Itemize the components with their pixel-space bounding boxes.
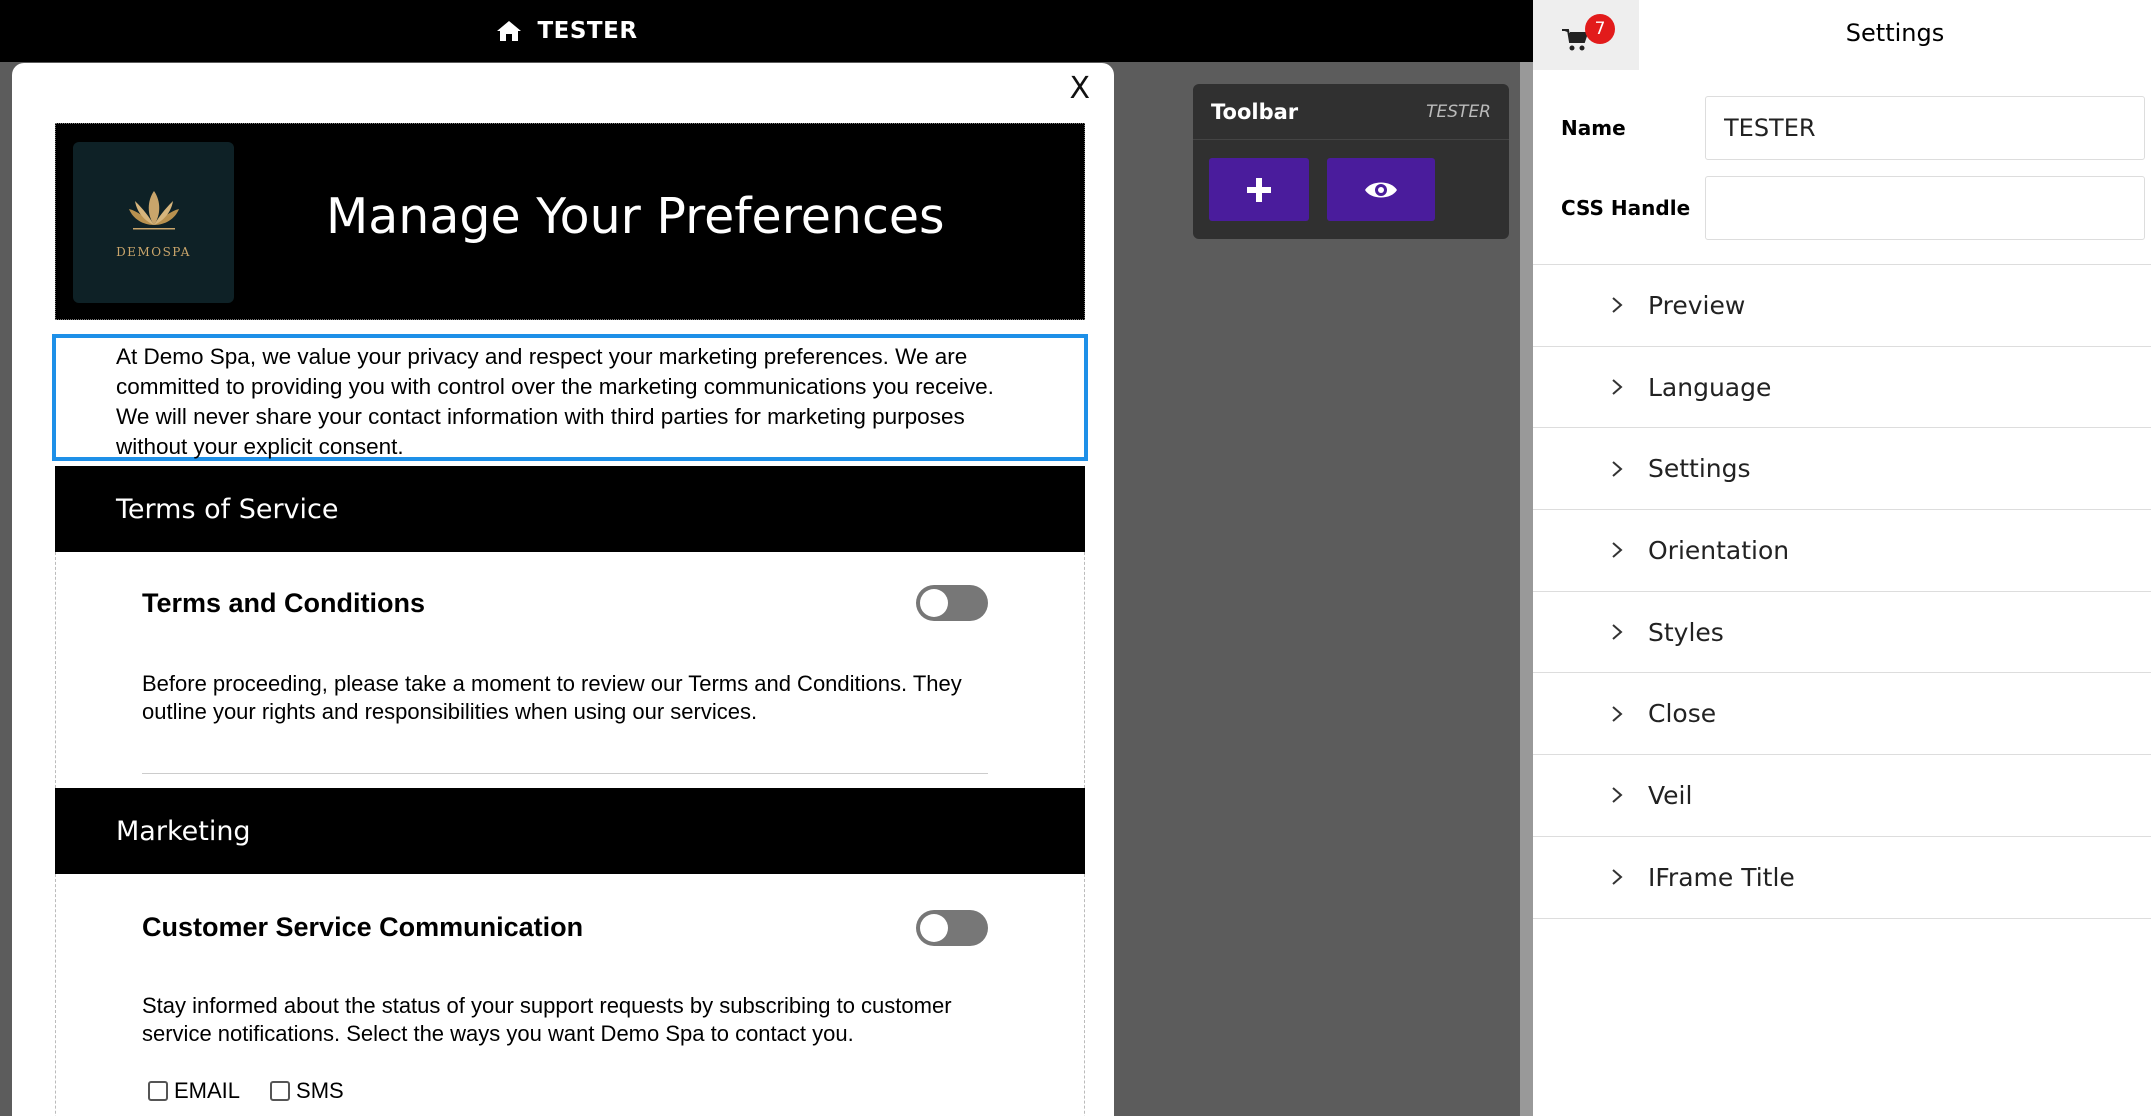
home-link[interactable]: TESTER: [495, 18, 637, 44]
panel-header: 7 Settings: [1533, 0, 2151, 70]
settings-accordion: Preview Language Settings Orientation St…: [1533, 264, 2151, 919]
customer-service-toggle[interactable]: [916, 910, 988, 946]
contact-options: EMAIL SMS: [148, 1078, 374, 1104]
sms-label: SMS: [296, 1078, 344, 1103]
panel-title: Settings: [1845, 19, 1945, 47]
chevron-right-icon: [1612, 460, 1623, 477]
accordion-label: Styles: [1648, 617, 1724, 647]
item-desc-customer-service: Stay informed about the status of your s…: [142, 993, 952, 1046]
chevron-right-icon: [1612, 869, 1623, 885]
sms-option[interactable]: SMS: [270, 1078, 344, 1104]
accordion-orientation[interactable]: Orientation: [1533, 510, 2151, 592]
plus-icon: [1247, 177, 1271, 202]
add-element-button[interactable]: [1209, 158, 1309, 221]
chevron-right-icon: [1612, 542, 1623, 559]
page-title: Manage Your Preferences: [326, 188, 945, 245]
accordion-iframe-title[interactable]: IFrame Title: [1533, 837, 2151, 919]
accordion-preview[interactable]: Preview: [1533, 265, 2151, 347]
section-body-marketing: Customer Service Communication Stay info…: [55, 874, 1085, 1116]
lotus-icon: [128, 190, 179, 229]
accordion-veil[interactable]: Veil: [1533, 755, 2151, 837]
intro-text-block[interactable]: At Demo Spa, we value your privacy and r…: [52, 334, 1088, 461]
toolbar-title: Toolbar: [1211, 99, 1299, 124]
chevron-right-icon: [1612, 706, 1623, 722]
email-checkbox[interactable]: [148, 1081, 168, 1101]
accordion-styles[interactable]: Styles: [1533, 592, 2151, 674]
accordion-close[interactable]: Close: [1533, 673, 2151, 756]
accordion-language[interactable]: Language: [1533, 347, 2151, 429]
section-body-terms: Terms and Conditions Before proceeding, …: [55, 552, 1085, 788]
chevron-right-icon: [1612, 379, 1623, 395]
accordion-label: Language: [1648, 372, 1772, 402]
css-handle-label: CSS Handle: [1561, 196, 1691, 220]
section-heading-marketing[interactable]: Marketing: [55, 788, 1085, 874]
name-label: Name: [1561, 116, 1626, 140]
demospa-logo: DEMOSPA: [73, 142, 234, 303]
close-button[interactable]: X: [1069, 71, 1090, 106]
project-title: TESTER: [537, 18, 638, 44]
terms-toggle[interactable]: [916, 585, 988, 621]
home-icon: [497, 21, 522, 41]
item-title-terms: Terms and Conditions: [142, 588, 426, 618]
section-heading-terms[interactable]: Terms of Service: [55, 466, 1085, 552]
accordion-settings[interactable]: Settings: [1533, 428, 2151, 511]
accordion-label: Veil: [1648, 780, 1693, 810]
accordion-label: IFrame Title: [1648, 862, 1795, 892]
accordion-label: Orientation: [1648, 535, 1790, 565]
sms-checkbox[interactable]: [270, 1081, 291, 1101]
chevron-right-icon: [1612, 787, 1623, 804]
eye-icon: [1365, 182, 1397, 197]
cart-tab[interactable]: 7: [1533, 0, 1639, 70]
preferences-modal: X DEMOSPA Manage Your Preferences At Dem…: [12, 63, 1114, 1116]
settings-panel: 7 Settings Name CSS Handle Preview Langu…: [1533, 0, 2151, 1116]
preview-button[interactable]: [1327, 158, 1435, 221]
toolbar-widget: Toolbar TESTER: [1193, 84, 1509, 239]
logo-text: DEMOSPA: [116, 244, 191, 259]
chevron-right-icon: [1612, 624, 1623, 640]
accordion-label: Preview: [1648, 290, 1746, 320]
panel-resize-handle[interactable]: [1520, 62, 1533, 1116]
header-banner[interactable]: DEMOSPA Manage Your Preferences: [55, 123, 1085, 320]
chevron-right-icon: [1612, 297, 1623, 314]
accordion-label: Close: [1648, 699, 1717, 729]
css-handle-input[interactable]: [1705, 176, 2145, 240]
css-handle-field-row: CSS Handle: [1533, 176, 2151, 248]
notification-badge: 7: [1585, 14, 1615, 44]
email-option[interactable]: EMAIL: [148, 1078, 240, 1104]
divider: [142, 773, 988, 774]
item-title-customer-service: Customer Service Communication: [142, 912, 584, 942]
item-desc-terms: Before proceeding, please take a moment …: [142, 671, 962, 724]
toolbar-project-name: TESTER: [1426, 101, 1491, 122]
top-bar: TESTER: [0, 0, 1533, 62]
accordion-label: Settings: [1648, 454, 1751, 484]
toolbar-header[interactable]: Toolbar TESTER: [1193, 84, 1509, 140]
email-label: EMAIL: [174, 1078, 241, 1103]
name-field-row: Name: [1533, 96, 2151, 168]
name-input[interactable]: [1705, 96, 2145, 160]
